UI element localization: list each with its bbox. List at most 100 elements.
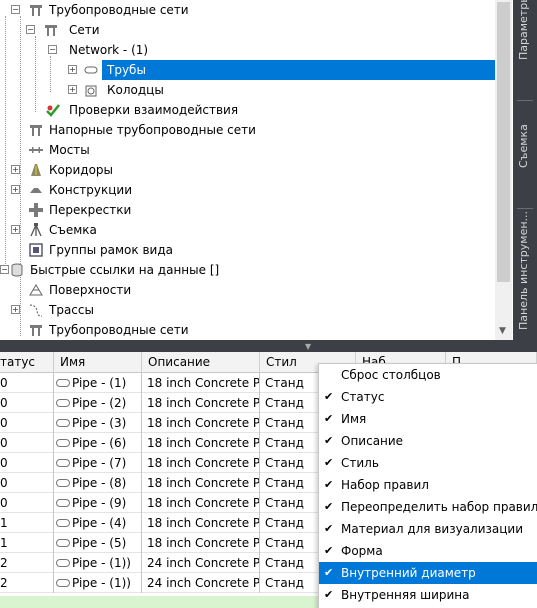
cell-status[interactable]: 0: [0, 393, 54, 413]
cell-description[interactable]: 18 inch Concrete Pip: [142, 453, 260, 473]
cell-description[interactable]: 18 inch Concrete Pip: [142, 493, 260, 513]
cell-status[interactable]: 2: [0, 573, 54, 593]
cell-status[interactable]: 1: [0, 533, 54, 553]
cell-name[interactable]: Pipe - (3): [54, 413, 142, 433]
cell-description[interactable]: 18 inch Concrete Pip: [142, 533, 260, 553]
cell-text: Pipe - (1): [72, 376, 127, 390]
tree-item-interference-checks[interactable]: Проверки взаимодействия: [0, 100, 495, 120]
tree-item-corridors[interactable]: + Коридоры: [0, 160, 495, 180]
tree-item-assemblies[interactable]: + Конструкции: [0, 180, 495, 200]
expand-icon[interactable]: +: [11, 185, 20, 194]
menu-item[interactable]: ✔ Внутренняя ширина: [319, 584, 537, 606]
menu-item[interactable]: ✔ Имя: [319, 408, 537, 430]
cell-name[interactable]: Pipe - (5): [54, 533, 142, 553]
column-header-name[interactable]: Имя: [54, 352, 142, 373]
menu-item-label: Набор правил: [341, 478, 429, 492]
tree-item-pipe-networks[interactable]: − Трубопроводные сети: [0, 0, 495, 20]
expand-icon[interactable]: +: [11, 305, 20, 314]
tab-toolbox[interactable]: Панель инструмен...: [513, 211, 537, 342]
cell-name[interactable]: Pipe - (1): [54, 373, 142, 393]
menu-item[interactable]: ✔ Форма: [319, 540, 537, 562]
checkmark-icon: ✔: [324, 544, 334, 557]
cell-status[interactable]: 0: [0, 373, 54, 393]
menu-item[interactable]: ✔ Внутренний диаметр: [319, 562, 537, 584]
menu-item[interactable]: ✔ Набор правил: [319, 474, 537, 496]
column-header-description[interactable]: Описание: [142, 352, 260, 373]
expand-icon[interactable]: +: [68, 85, 77, 94]
cell-status[interactable]: 0: [0, 433, 54, 453]
tree-item-structures[interactable]: + Колодцы: [0, 80, 495, 100]
panel-splitter[interactable]: ▼: [0, 340, 537, 352]
tree-item-surfaces[interactable]: Поверхности: [0, 280, 495, 300]
pipe-icon: [56, 459, 70, 467]
scroll-down-icon[interactable]: ▼: [499, 326, 506, 336]
tree-item-pipe-networks-shortcut[interactable]: Трубопроводные сети: [0, 320, 495, 340]
cell-name[interactable]: Pipe - (6): [54, 433, 142, 453]
checkmark-icon: ✔: [324, 588, 334, 601]
cell-status[interactable]: 0: [0, 493, 54, 513]
cell-text: Станд: [265, 436, 304, 450]
column-header-status[interactable]: татус: [0, 352, 54, 373]
cell-description[interactable]: 24 inch Concrete Pip: [142, 553, 260, 573]
expand-icon[interactable]: +: [11, 225, 20, 234]
cell-description[interactable]: 18 inch Concrete Pip: [142, 433, 260, 453]
menu-item[interactable]: ✔ Статус: [319, 386, 537, 408]
scrollbar-thumb[interactable]: [497, 2, 510, 282]
cell-text: Станд: [265, 476, 304, 490]
tree-item-label: Network - (1): [69, 43, 149, 57]
collapse-icon[interactable]: −: [26, 25, 35, 34]
tree-item-label: Трубопроводные сети: [49, 3, 189, 17]
tree-item-view-frame-groups[interactable]: Группы рамок вида: [0, 240, 495, 260]
cell-name[interactable]: Pipe - (9): [54, 493, 142, 513]
collapse-icon[interactable]: −: [11, 5, 20, 14]
cell-description[interactable]: 24 inch Concrete Pip: [142, 573, 260, 593]
tab-parameters[interactable]: Параметры: [513, 0, 537, 62]
cell-name[interactable]: Pipe - (8): [54, 473, 142, 493]
cell-status[interactable]: 0: [0, 473, 54, 493]
cell-description[interactable]: 18 inch Concrete Pip: [142, 473, 260, 493]
menu-item[interactable]: ✔ Описание: [319, 430, 537, 452]
tree-item-networks[interactable]: − Сети: [0, 20, 495, 40]
checkmark-icon: ✔: [324, 566, 334, 579]
tree-item-network-1[interactable]: − Network - (1): [0, 40, 495, 60]
tree-item-bridges[interactable]: Мосты: [0, 140, 495, 160]
cell-text: Pipe - (5): [72, 536, 127, 550]
tree-item-data-shortcuts[interactable]: − Быстрые ссылки на данные []: [0, 260, 495, 280]
cell-name[interactable]: Pipe - (2): [54, 393, 142, 413]
cell-description[interactable]: 18 inch Concrete Pip: [142, 413, 260, 433]
menu-item[interactable]: ✔ Материал для визуализации: [319, 518, 537, 540]
cell-name[interactable]: Pipe - (4): [54, 513, 142, 533]
tree-item-label: Сети: [69, 23, 100, 37]
cell-status[interactable]: 1: [0, 513, 54, 533]
menu-item[interactable]: ✔ Стиль: [319, 452, 537, 474]
checkmark-icon: ✔: [324, 500, 334, 513]
tree-item-survey[interactable]: + Съемка: [0, 220, 495, 240]
cell-text: 18 inch Concrete Pip: [147, 456, 260, 470]
cell-description[interactable]: 18 inch Concrete Pip: [142, 513, 260, 533]
cell-name[interactable]: Pipe - (7): [54, 453, 142, 473]
cell-name[interactable]: Pipe - (1)): [54, 553, 142, 573]
cell-status[interactable]: 0: [0, 453, 54, 473]
pipe-network-icon: [30, 5, 42, 16]
tree-item-pipes[interactable]: + Трубы: [0, 60, 495, 80]
tree-item-intersections[interactable]: Перекрестки: [0, 200, 495, 220]
tab-separator: [517, 100, 533, 101]
menu-item[interactable]: Сброс столбцов: [319, 364, 537, 386]
expand-icon[interactable]: +: [68, 65, 77, 74]
menu-item-label: Стиль: [341, 456, 379, 470]
splitter-grip-icon[interactable]: ▼: [305, 342, 311, 351]
cell-name[interactable]: Pipe - (1)): [54, 573, 142, 593]
cell-description[interactable]: 18 inch Concrete Pip: [142, 373, 260, 393]
tree-scrollbar[interactable]: ▼: [495, 0, 512, 340]
cell-status[interactable]: 0: [0, 413, 54, 433]
cell-status[interactable]: 2: [0, 553, 54, 573]
tree-item-alignments[interactable]: + Трассы: [0, 300, 495, 320]
collapse-icon[interactable]: −: [48, 45, 57, 54]
cell-text: 1: [0, 536, 8, 550]
tab-survey[interactable]: Съемка: [513, 110, 537, 180]
cell-description[interactable]: 18 inch Concrete Pip: [142, 393, 260, 413]
collapse-icon[interactable]: −: [0, 265, 9, 274]
tree-item-pressure-networks[interactable]: Напорные трубопроводные сети: [0, 120, 495, 140]
menu-item[interactable]: ✔ Переопределить набор правил: [319, 496, 537, 518]
expand-icon[interactable]: +: [11, 165, 20, 174]
